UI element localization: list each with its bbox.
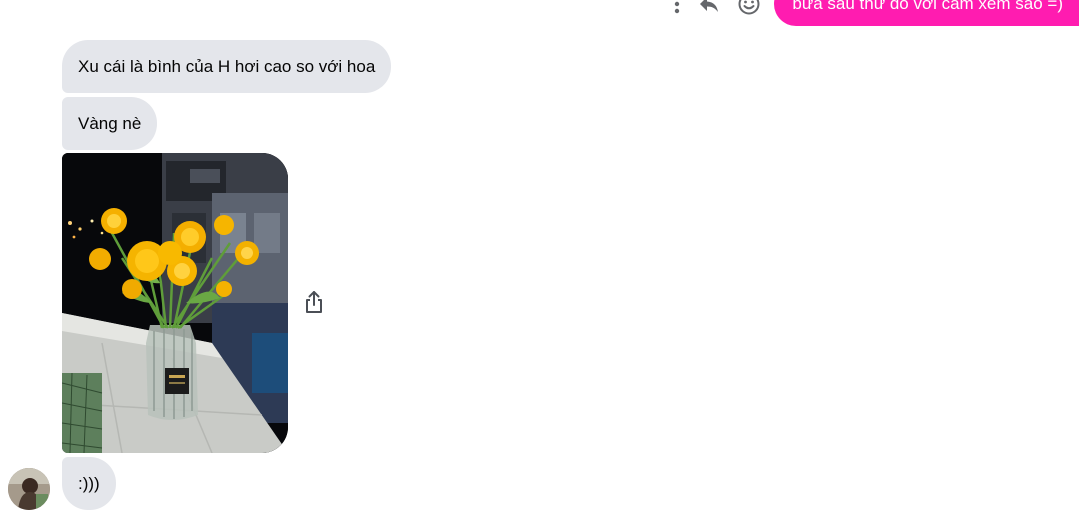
emoji-icon[interactable] — [738, 0, 760, 15]
message-actions — [674, 0, 760, 15]
chat-thread: bữa sau thử đo với cắm xem sao =) Xu cái… — [0, 0, 1079, 515]
more-icon[interactable] — [674, 0, 680, 15]
incoming-message-bubble[interactable]: Vàng nè — [62, 97, 158, 150]
photo-message[interactable] — [62, 153, 288, 453]
incoming-message-bubble[interactable]: :))) — [62, 457, 116, 510]
incoming-message-text: Vàng nè — [78, 113, 142, 133]
outgoing-message-bubble[interactable]: bữa sau thử đo với cắm xem sao =) — [774, 0, 1079, 26]
share-icon[interactable] — [301, 288, 327, 316]
avatar[interactable] — [8, 468, 50, 510]
incoming-message-bubble[interactable]: Xu cái là bình của H hơi cao so với hoa — [62, 40, 392, 93]
outgoing-message-row: bữa sau thử đo với cắm xem sao =) — [674, 0, 1079, 26]
reply-icon[interactable] — [698, 0, 720, 14]
incoming-message-text: :))) — [78, 473, 100, 493]
incoming-message-text: Xu cái là bình của H hơi cao so với hoa — [78, 56, 376, 76]
outgoing-message-text: bữa sau thử đo với cắm xem sao =) — [792, 0, 1063, 13]
